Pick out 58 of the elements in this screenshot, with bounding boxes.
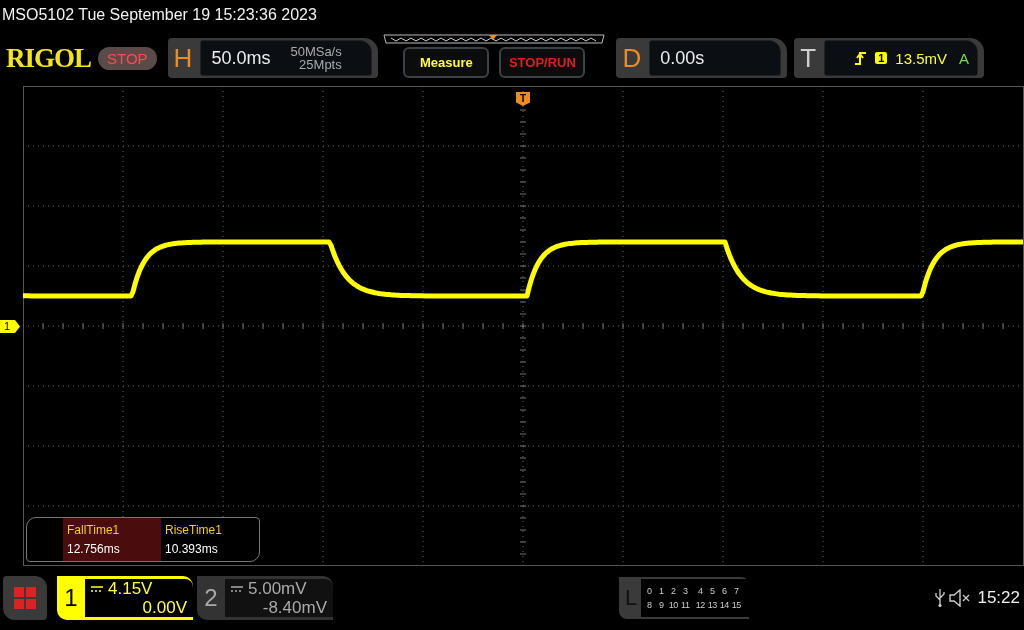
measurement-name: FallTime1: [67, 523, 121, 537]
sample-rate: 50MSa/s: [290, 45, 342, 58]
channel-panel[interactable]: 1 4.15V 0.00V: [57, 576, 193, 620]
logic-channel-number: 4: [697, 586, 704, 596]
usb-icon: [935, 588, 946, 608]
channel-scale: 4.15V: [108, 579, 153, 598]
channel-number: 1: [63, 584, 79, 612]
logic-channel-number: 6: [721, 586, 728, 596]
brand-logo: RIGOL: [6, 42, 92, 74]
logic-channel-number: 12: [694, 600, 706, 610]
memory-depth: 25Mpts: [299, 58, 342, 71]
channel-marker[interactable]: 1: [0, 320, 20, 333]
logic-channel-number: 13: [706, 600, 718, 610]
toolbar-button[interactable]: STOP/RUN: [499, 47, 586, 78]
logic-channel-number: 8: [646, 600, 653, 610]
delay-panel[interactable]: D 0.00s: [616, 38, 788, 78]
grid-icon: [14, 587, 36, 609]
logic-channel-number: 2: [670, 586, 677, 596]
trigger-level: 13.5mV: [895, 49, 948, 67]
logic-channel-number: 7: [733, 586, 740, 596]
logic-channel-number: 14: [718, 600, 730, 610]
horizontal-panel[interactable]: H 50.0ms 50MSa/s 25Mpts: [167, 38, 379, 78]
timebase-value: 50.0ms: [211, 47, 271, 69]
channel-scale: 5.00mV: [248, 579, 307, 598]
delay-value: 0.00s: [660, 47, 705, 69]
measurement-value: 10.393ms: [165, 542, 219, 556]
measurement-cell[interactable]: RiseTime1 10.393ms: [161, 518, 259, 561]
speaker-muted-icon: [949, 589, 972, 607]
delay-label: D: [622, 42, 642, 74]
trigger-position-marker[interactable]: T: [516, 92, 530, 106]
logic-channel-number: 3: [682, 586, 689, 596]
logic-channel-number: 10: [667, 600, 679, 610]
window-title: MSO5102 Tue September 19 15:23:36 2023: [2, 6, 317, 24]
channel-offset: -8.40mV: [262, 598, 327, 617]
toolbar-button[interactable]: Measure: [403, 47, 490, 78]
logic-channel-number: 1: [658, 586, 665, 596]
rising-edge-icon: [855, 51, 868, 65]
trigger-source-badge: 1: [875, 52, 888, 64]
clock-time: 15:22: [977, 588, 1020, 608]
horizontal-label: H: [173, 42, 193, 74]
channel-panel[interactable]: 2 5.00mV -8.40mV: [197, 576, 333, 620]
trigger-mode: A: [959, 49, 970, 67]
run-status-badge: STOP: [98, 46, 157, 70]
logic-channel-number: 9: [658, 600, 665, 610]
menu-button[interactable]: [3, 576, 47, 620]
trigger-label: T: [800, 42, 817, 74]
measurement-name: RiseTime1: [165, 523, 223, 537]
logic-channel-number: 15: [730, 600, 742, 610]
dc-coupling-icon: [231, 585, 243, 592]
logic-channel-number: 0: [646, 586, 653, 596]
measurement-value: 12.756ms: [67, 542, 121, 556]
trigger-panel[interactable]: T 1 13.5mV A: [794, 38, 985, 78]
channel-number: 2: [203, 584, 219, 612]
measurement-cell-highlighted[interactable]: FallTime1 12.756ms: [63, 518, 161, 561]
logic-channel-number: 11: [680, 600, 691, 610]
channel-offset: 0.00V: [142, 598, 187, 617]
dc-coupling-icon: [91, 585, 103, 592]
logic-channel-number: 5: [709, 586, 716, 596]
